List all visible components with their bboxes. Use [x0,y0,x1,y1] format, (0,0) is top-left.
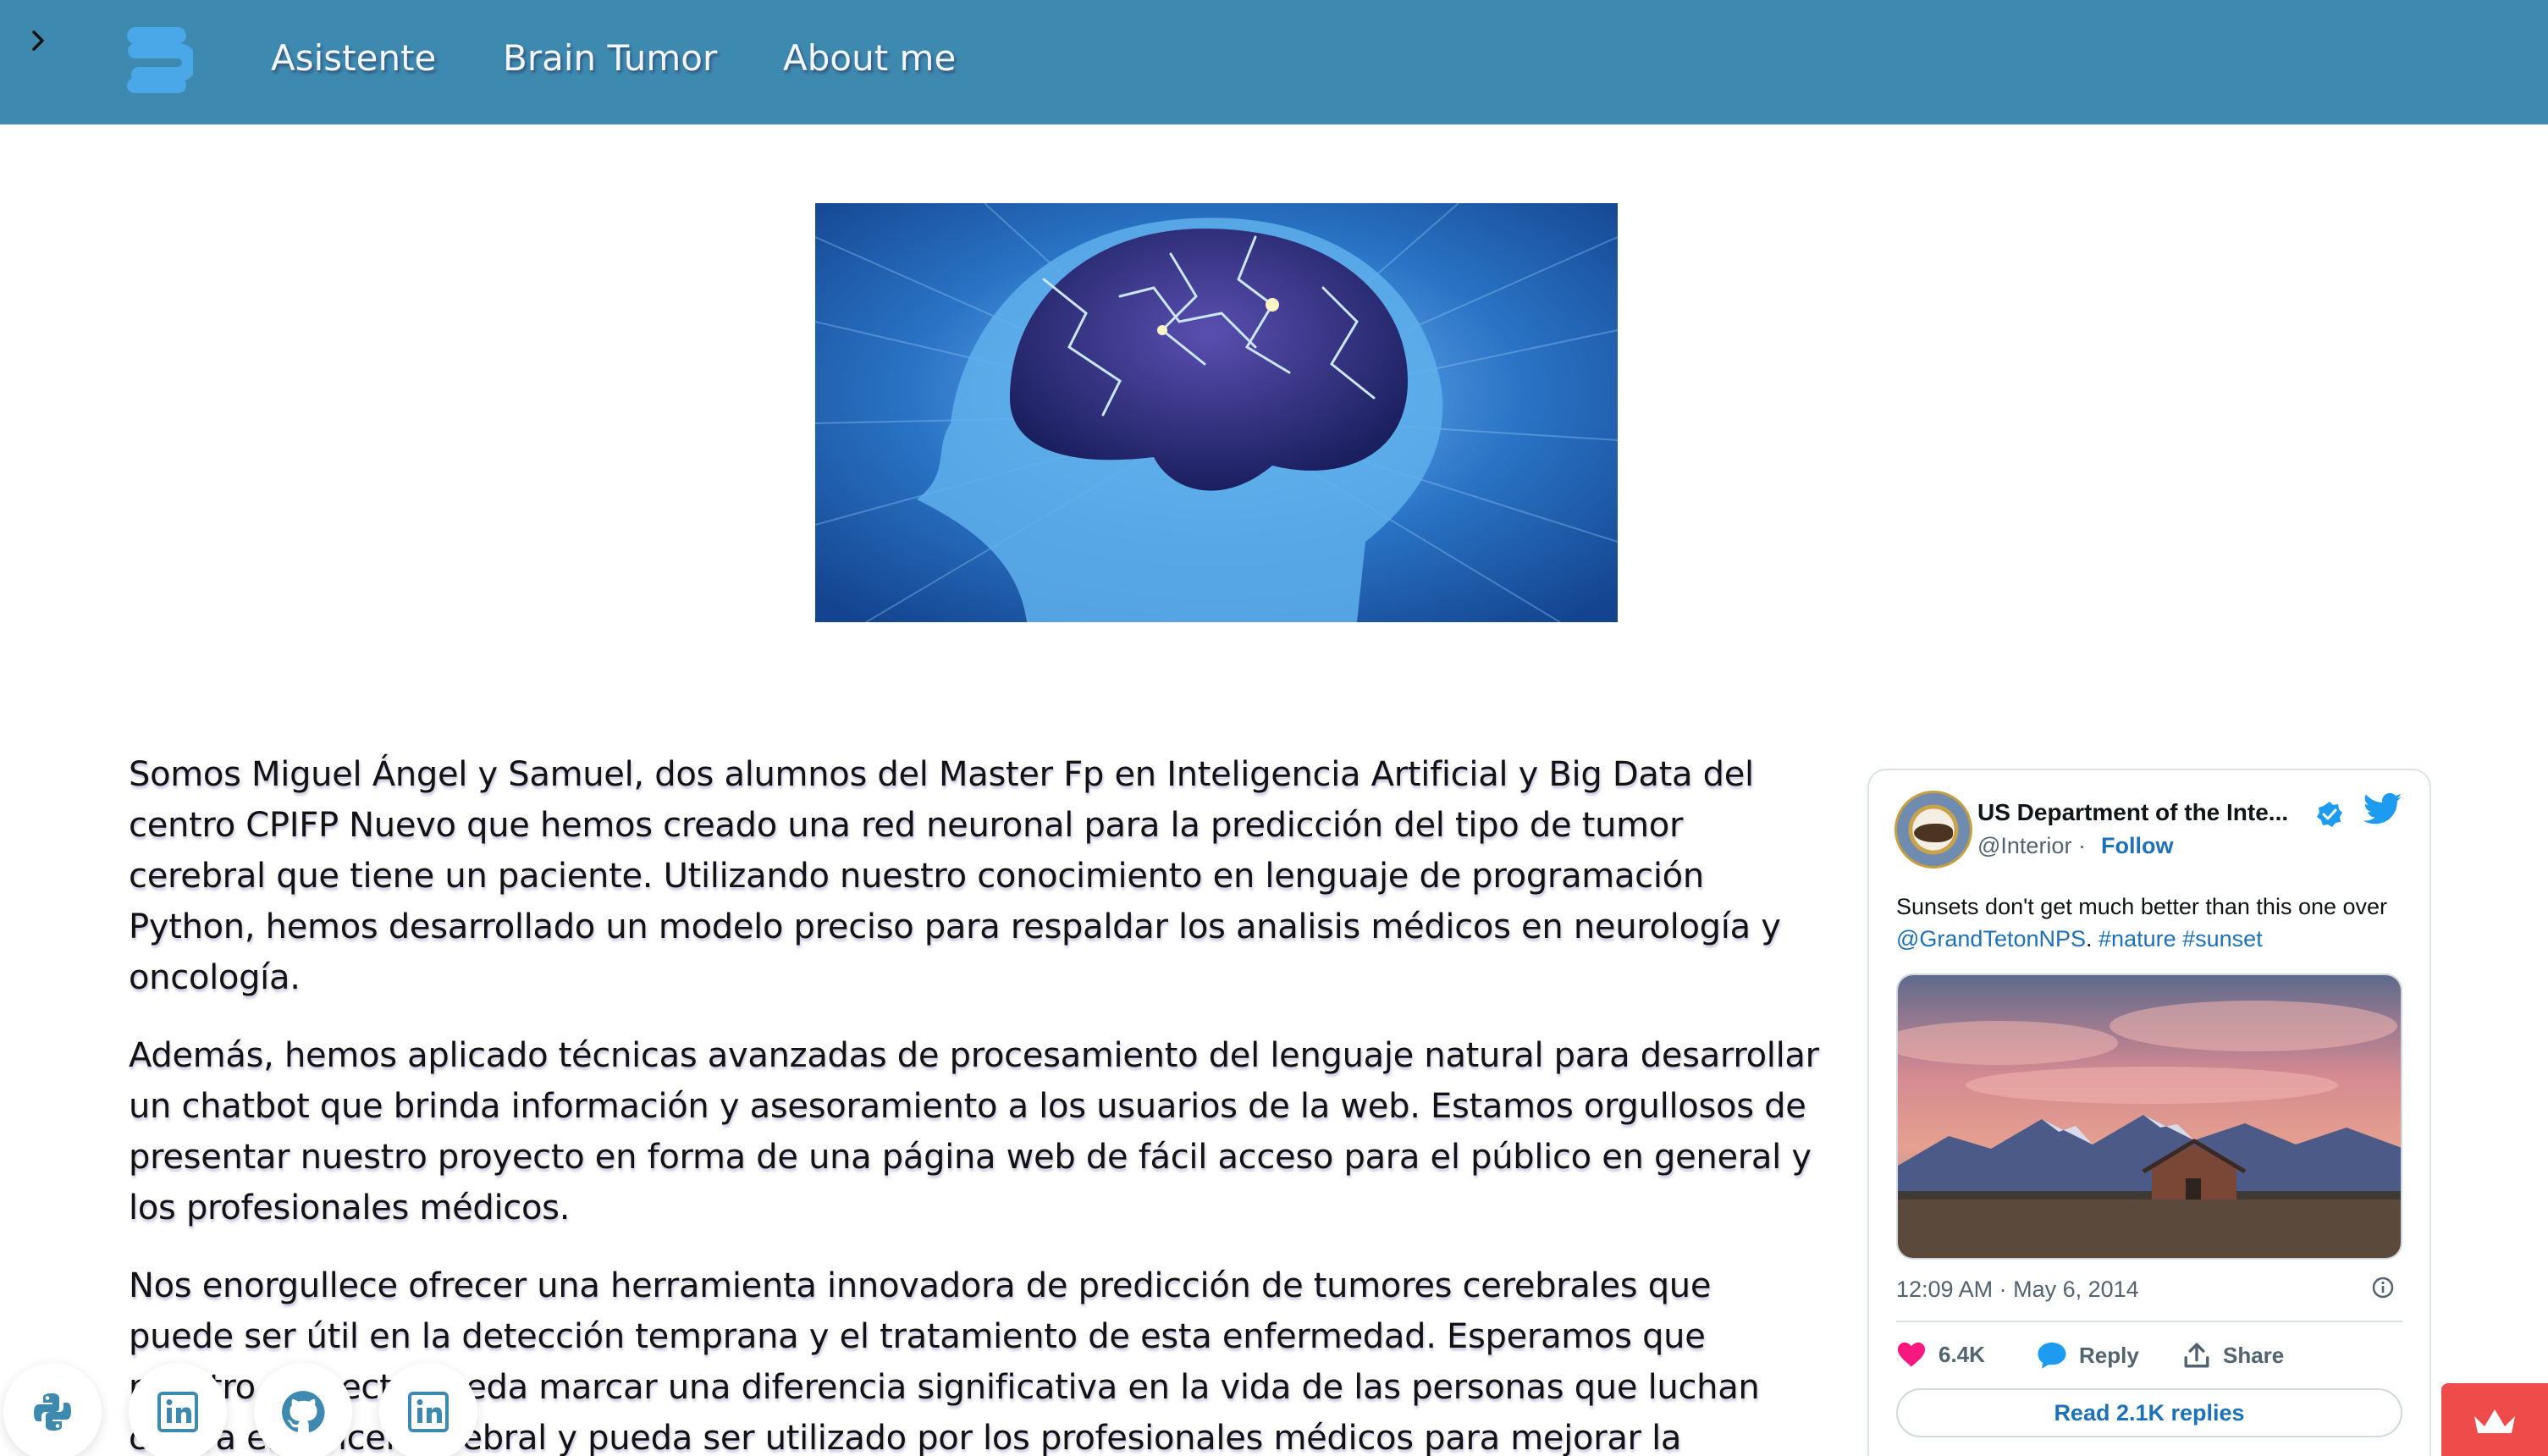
tweet-reply-label: Reply [2079,1342,2139,1368]
tweet-author-name[interactable]: US Department of the Inte... [1977,799,2288,826]
tweet-text-mid: . [2086,926,2099,951]
tweet-author-avatar[interactable] [1894,791,1972,869]
share-icon [2184,1343,2209,1368]
tweet-divider [1896,1321,2402,1322]
tweet-text-prefix: Sunsets don't get much better than this … [1896,894,2388,919]
linkedin-button-1[interactable] [129,1363,227,1456]
tweet-like-count: 6.4K [1939,1341,1985,1367]
intro-paragraph: Somos Miguel Ángel y Samuel, dos alumnos… [129,755,1781,997]
twitter-bird-icon[interactable] [2363,792,2402,826]
streamlit-badge[interactable] [2441,1383,2548,1456]
tweet-share-button[interactable]: Share [2182,1341,2284,1370]
top-navbar: Asistente Brain Tumor About me [0,0,2548,124]
verified-badge-icon [2316,801,2343,828]
tweet-hashtag-nature[interactable]: #nature [2099,926,2176,951]
nav-link-asistente[interactable]: Asistente [271,37,436,79]
linkedin-icon [157,1392,198,1432]
tweet-body: Sunsets don't get much better than this … [1896,891,2413,955]
tweet-handle-separator: · [2077,833,2086,858]
tweet-follow-link[interactable]: Follow [2101,833,2173,859]
sidebar-toggle-chevron-right-icon[interactable] [24,20,54,61]
app-logo-icon[interactable] [124,25,197,95]
about-content: Somos Miguel Ángel y Samuel, dos alumnos… [129,749,1822,1456]
linkedin-icon [408,1392,449,1432]
tweet-share-label: Share [2223,1342,2285,1368]
crown-icon [2474,1409,2515,1433]
github-icon [282,1391,325,1432]
embedded-tweet: US Department of the Inte... @Interior ·… [1867,769,2431,1456]
nav-link-about-me[interactable]: About me [783,37,956,79]
python-icon [34,1393,71,1431]
bison-icon [1914,824,1953,842]
tweet-hashtag-sunset[interactable]: #sunset [2182,926,2263,951]
tweet-handle-text: @Interior [1977,833,2072,858]
tweet-timestamp[interactable]: 12:09 AM · May 6, 2014 [1896,1277,2139,1303]
tweet-author-handle: @Interior · [1977,833,2086,859]
nav-link-brain-tumor[interactable]: Brain Tumor [503,37,717,79]
linkedin-button-2[interactable] [379,1363,477,1456]
chatbot-paragraph: Además, hemos aplicado técnicas avanzada… [129,1036,1819,1227]
tweet-reply-button[interactable]: Reply [2037,1341,2139,1370]
brain-hero-image [815,203,1618,622]
info-icon[interactable] [2370,1275,2396,1300]
python-button[interactable] [3,1363,102,1456]
tweet-like-button[interactable]: 6.4K [1896,1341,1985,1368]
reply-bubble-icon [2038,1343,2066,1369]
tweet-sunset-photo[interactable] [1896,973,2402,1260]
github-button[interactable] [254,1363,352,1456]
heart-icon [1898,1342,1925,1367]
tweet-mention-link[interactable]: @GrandTetonNPS [1896,926,2086,951]
read-replies-button[interactable]: Read 2.1K replies [1896,1388,2402,1437]
